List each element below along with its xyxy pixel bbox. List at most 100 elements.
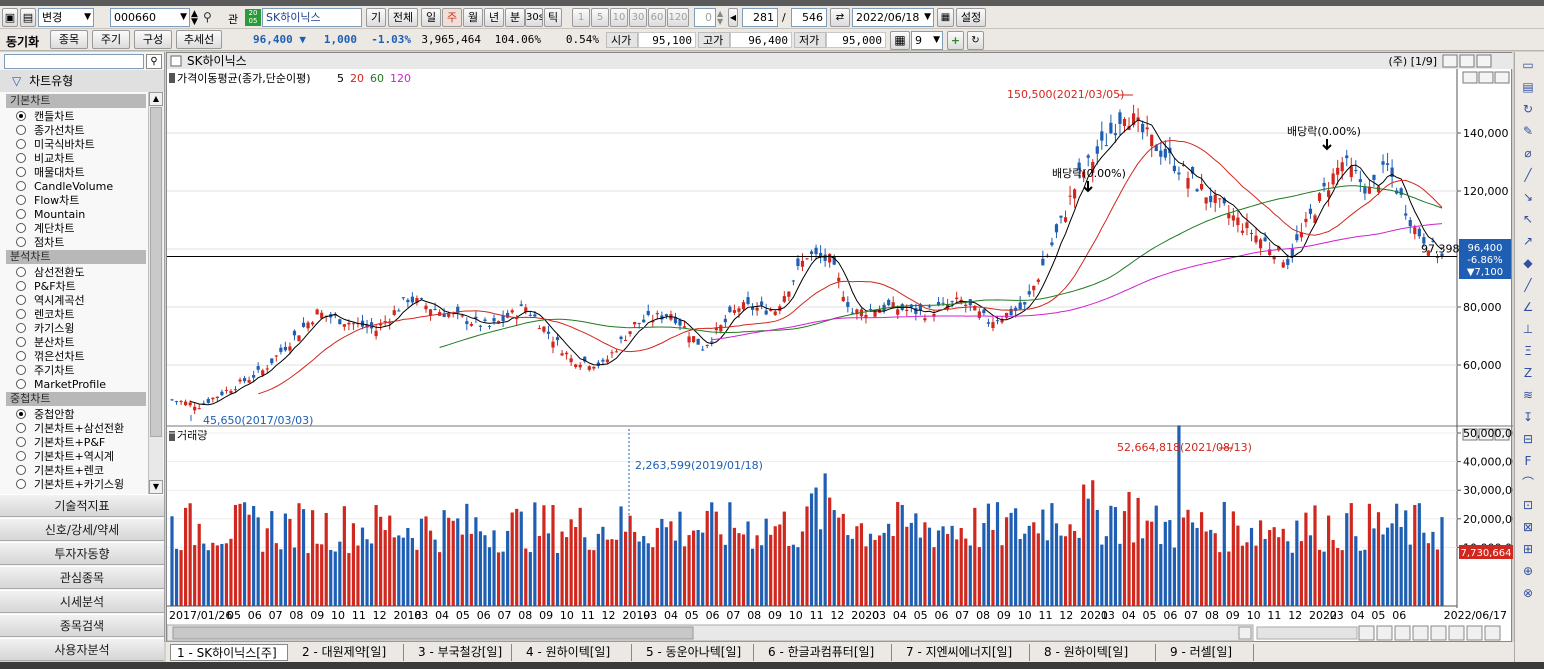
settings-button[interactable]: 설정 [956, 8, 986, 27]
sidebar-menu-button[interactable]: 관심종목 [0, 566, 164, 589]
chart-type-option[interactable]: MarketProfile [16, 378, 106, 392]
chart-type-header[interactable]: ▽ 차트유형 [0, 70, 164, 92]
diamond-icon[interactable]: ◆ [1519, 254, 1537, 272]
radio-icon[interactable] [16, 323, 26, 333]
undo-icon[interactable]: ↻ [1519, 100, 1537, 118]
period-button[interactable]: 주기 [92, 30, 130, 49]
chart-type-option[interactable]: 주기차트 [16, 364, 74, 378]
radio-icon[interactable] [16, 281, 26, 291]
group-icon[interactable]: 20 05 [245, 9, 261, 26]
minute-1-button[interactable]: 1 [572, 8, 590, 27]
trend-icon[interactable]: ↗ [1519, 232, 1537, 250]
chart-tab[interactable]: 2 - 대원제약[일] [296, 644, 404, 661]
chart-type-option[interactable]: 매물대차트 [16, 166, 85, 180]
chart-tab[interactable]: 6 - 한글과컴퓨터[일] [762, 644, 892, 661]
stock-chart[interactable]: SK하이닉스(주) [1/9]140,000120,000100,00080,0… [166, 53, 1526, 643]
chart-type-option[interactable]: 비교차트 [16, 152, 74, 166]
chart-tab[interactable]: 1 - SK하이닉스[주] [170, 644, 288, 661]
sidebar-menu-button[interactable]: 신호/강세/약세 [0, 518, 164, 541]
compose-button[interactable]: 구성 [134, 30, 172, 49]
scroll-left-icon[interactable]: ◀ [728, 8, 738, 27]
chart-type-option[interactable]: P&F차트 [16, 280, 76, 294]
radio-icon[interactable] [16, 111, 26, 121]
radio-icon[interactable] [16, 237, 26, 247]
fibonacci-icon[interactable]: F [1519, 452, 1537, 470]
minute-5-button[interactable]: 5 [591, 8, 609, 27]
period-30s-button[interactable]: 30s [525, 8, 543, 27]
chart-type-option[interactable]: 기본차트+역시계 [16, 450, 114, 464]
add-icon[interactable]: + [947, 31, 964, 50]
box-icon[interactable]: ⊟ [1519, 430, 1537, 448]
mode-select[interactable]: 변경 ▼ [38, 8, 94, 27]
chart-type-option[interactable]: 계단차트 [16, 222, 74, 236]
sidebar-search-input[interactable] [4, 54, 144, 69]
minute-10-button[interactable]: 10 [610, 8, 628, 27]
radio-icon[interactable] [16, 125, 26, 135]
cross-icon[interactable]: ⊗ [1519, 584, 1537, 602]
sidebar-menu-button[interactable]: 시세분석 [0, 590, 164, 613]
chart-type-option[interactable]: Mountain [16, 208, 85, 222]
eraser-icon[interactable]: ⌀ [1519, 144, 1537, 162]
radio-icon[interactable] [16, 437, 26, 447]
vertical-line-icon[interactable]: ⊥ [1519, 320, 1537, 338]
radio-icon[interactable] [16, 479, 26, 489]
spin-input[interactable]: 0 [694, 8, 716, 27]
cross-rect-icon[interactable]: ⊠ [1519, 518, 1537, 536]
radio-icon[interactable] [16, 195, 26, 205]
extend-icon[interactable]: ↧ [1519, 408, 1537, 426]
chart-type-option[interactable]: Flow차트 [16, 194, 79, 208]
chart-type-option[interactable]: 미국식바차트 [16, 138, 95, 152]
period-minute-button[interactable]: 분 [505, 8, 525, 27]
grid-icon[interactable]: ▦ [890, 31, 910, 50]
period-month-button[interactable]: 월 [463, 8, 483, 27]
fibo-icon[interactable]: Ξ [1519, 342, 1537, 360]
minute-60-button[interactable]: 60 [648, 8, 666, 27]
chart-type-option[interactable]: CandleVolume [16, 180, 113, 194]
total-count-field[interactable]: 546 [791, 8, 827, 27]
period-day-button[interactable]: 일 [421, 8, 441, 27]
line-icon[interactable]: ╱ [1519, 166, 1537, 184]
chart-type-option[interactable]: 기본차트+P&F [16, 436, 105, 450]
spin-stepper-icon[interactable]: ▲ ▼ [717, 10, 726, 26]
stock-name-field[interactable]: SK하이닉스 [262, 8, 362, 27]
grid-icon[interactable]: ⊞ [1519, 540, 1537, 558]
chart-type-option[interactable]: 종가선차트 [16, 124, 85, 138]
angle-icon[interactable]: ∠ [1519, 298, 1537, 316]
chart-tab[interactable]: 4 - 원하이텍[일] [520, 644, 632, 661]
sidebar-menu-button[interactable]: 사용자분석 [0, 638, 164, 661]
radio-icon[interactable] [16, 153, 26, 163]
radio-icon[interactable] [16, 379, 26, 389]
radio-icon[interactable] [16, 337, 26, 347]
chart-type-option[interactable]: 기본차트+렌코 [16, 464, 104, 478]
minute-30-button[interactable]: 30 [629, 8, 647, 27]
grid-count-select[interactable]: 9 ▼ [911, 31, 943, 50]
chart-type-option[interactable]: 카기스윙 [16, 322, 74, 336]
radio-icon[interactable] [16, 465, 26, 475]
refresh-icon[interactable]: ↻ [967, 31, 984, 50]
chart-tab[interactable]: 3 - 부국철강[일] [412, 644, 512, 661]
chart-area[interactable]: SK하이닉스(주) [1/9]140,000120,000100,00080,0… [166, 52, 1526, 643]
chart-type-option[interactable]: 기본차트+삼선전환 [16, 422, 124, 436]
rect-icon[interactable]: ⊡ [1519, 496, 1537, 514]
radio-icon[interactable] [16, 223, 26, 233]
chart-type-option[interactable]: 역시계곡선 [16, 294, 85, 308]
plus-icon[interactable]: ⊕ [1519, 562, 1537, 580]
radio-icon[interactable] [16, 267, 26, 277]
chart-type-option[interactable]: 삼선전환도 [16, 266, 85, 280]
stepper-icon[interactable]: ▲ ▼ [191, 10, 203, 27]
calendar-icon[interactable]: ▦ [937, 8, 954, 27]
radio-icon[interactable] [16, 451, 26, 461]
trendline-button[interactable]: 추세선 [176, 30, 222, 49]
chart-type-option[interactable]: 캔들차트 [16, 110, 74, 124]
select-icon[interactable]: ↖ [1519, 210, 1537, 228]
chart-type-option[interactable]: 기본차트+카기스윙 [16, 478, 124, 492]
sync-label[interactable]: 동기화 [6, 33, 39, 50]
link-label[interactable]: 관 [228, 11, 238, 27]
arc-icon[interactable]: ⌒ [1519, 474, 1537, 492]
chart-type-option[interactable]: 분산차트 [16, 336, 74, 350]
ray-icon[interactable]: ╱ [1519, 276, 1537, 294]
minute-120-button[interactable]: 120 [667, 8, 689, 27]
zigzag-icon[interactable]: Z [1519, 364, 1537, 382]
date-picker[interactable]: 2022/06/18 ▼ [852, 8, 934, 27]
channel-icon[interactable]: ≋ [1519, 386, 1537, 404]
